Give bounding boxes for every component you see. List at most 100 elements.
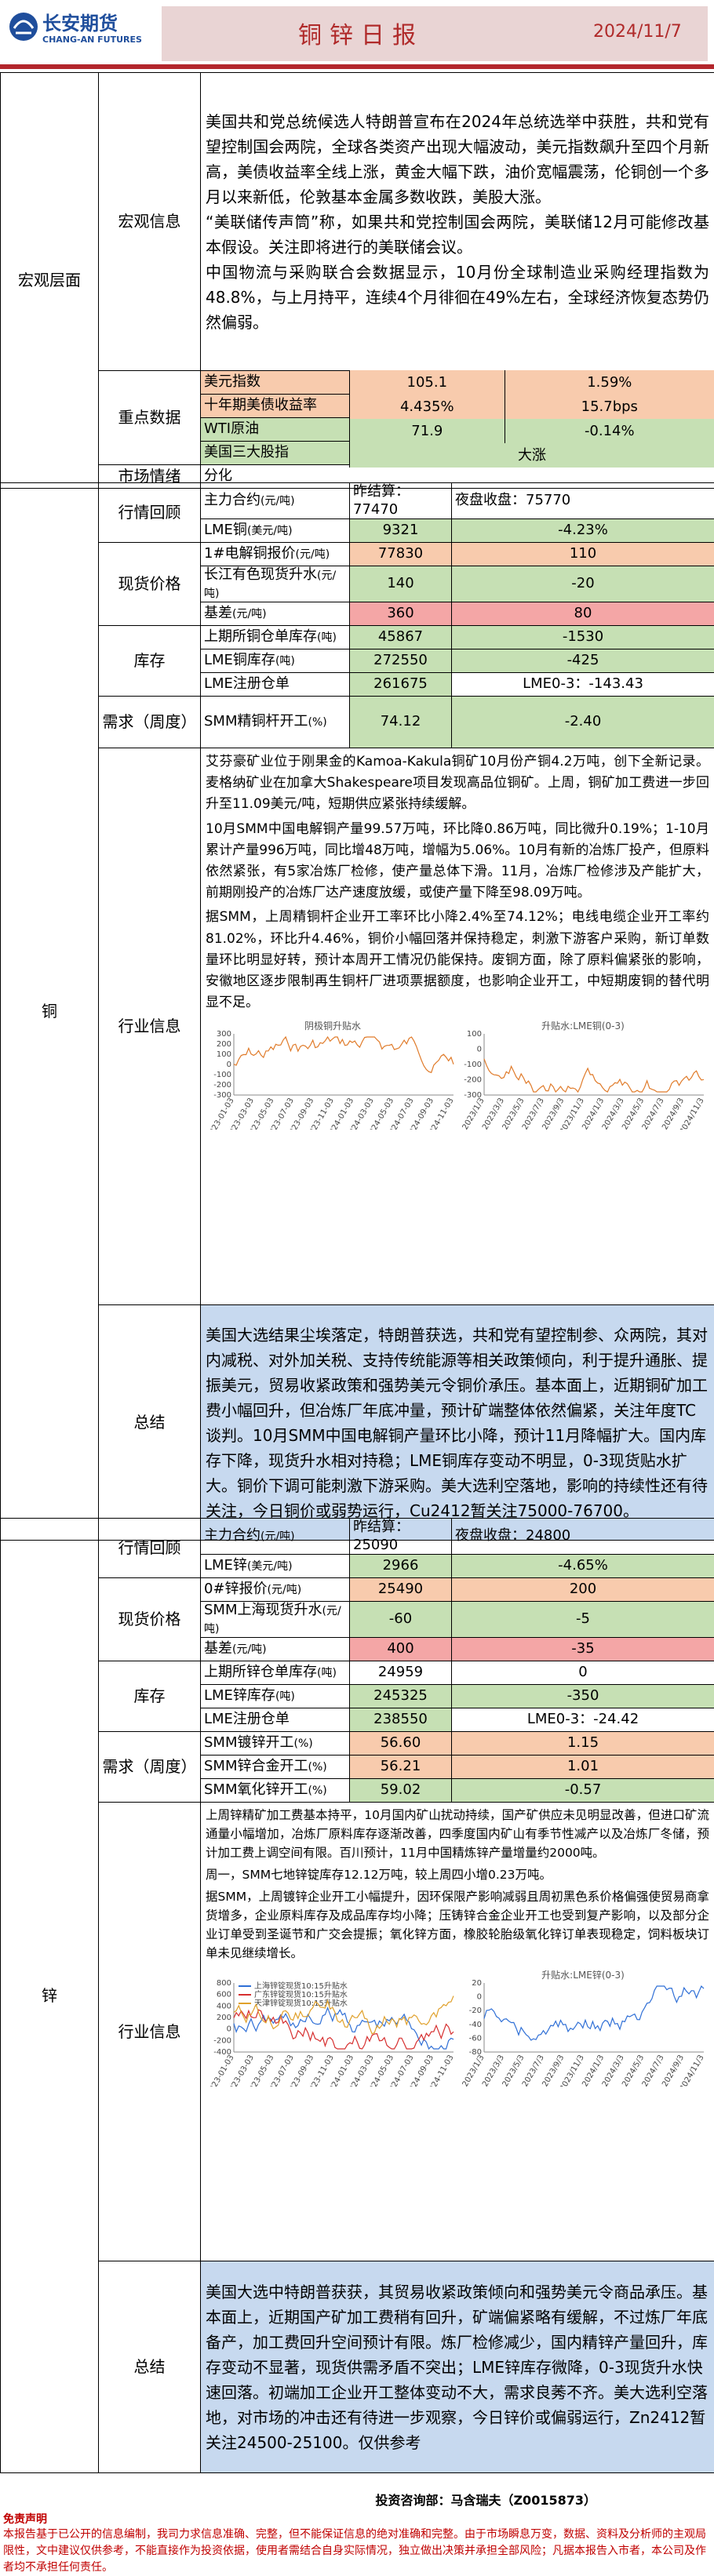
- macro-info-para: “美联储传声筒”称，如果共和党控制国会两院，美联储12月可能修改基本假设。关注即…: [206, 209, 709, 260]
- consultant: 投资咨询部：马含瑞夫（Z0015873）: [0, 2490, 714, 2511]
- report-header: 长安期货 CHANG-AN FUTURES 铜锌日报 2024/11/7: [0, 0, 714, 72]
- zn-lme-spread: LME0-3：-24.42: [452, 1708, 714, 1732]
- cu-inv-label: 库存: [99, 626, 201, 697]
- cu-main-contract: 主力合约(元/吨): [201, 483, 350, 519]
- logo-text-cn: 长安期货: [42, 8, 118, 35]
- cu-summary-label: 总结: [99, 1305, 201, 1541]
- legend-label: 广东锌锭现货10:15升贴水: [254, 1989, 348, 1999]
- zn-demand-change: 1.01: [452, 1756, 714, 1779]
- zn-spot-change: -35: [452, 1638, 714, 1661]
- y-tick-label: -100: [213, 1071, 231, 1079]
- y-tick-label: 400: [217, 2002, 231, 2010]
- zn-demand-value: 56.21: [350, 1756, 452, 1779]
- legend-label: 天津锌锭现货10:15升贴水: [254, 1998, 348, 2008]
- report-date: 2024/11/7: [593, 22, 682, 42]
- wti-change: -0.14%: [505, 419, 714, 443]
- dxy-value: 105.1: [349, 370, 505, 395]
- cu-inv-name: 上期所铜仓单库存(吨): [201, 626, 350, 649]
- series-line: [484, 1059, 704, 1092]
- y-tick-label: 100: [217, 1050, 231, 1059]
- cu-lme-value: 9321: [350, 519, 452, 543]
- cu-inv-name: LME铜库存(吨): [201, 649, 350, 673]
- cu-industry-label: 行业信息: [99, 748, 201, 1305]
- zn-demand-value: 56.60: [350, 1732, 452, 1756]
- cu-spot-value: 140: [350, 566, 452, 602]
- cu-lme-change: -4.23%: [452, 519, 714, 543]
- y-tick-label: 300: [217, 1030, 231, 1039]
- header-rule: [0, 64, 714, 69]
- cu-inv-change: -1530: [452, 626, 714, 649]
- zn-industry-cell: 上周锌精矿加工费基本持平，10月国内矿山扰动持续，国产矿供应未见明显改善，但进口…: [201, 1803, 714, 2261]
- chart-title: 升贴水:LME锌(0-3): [541, 1970, 625, 1981]
- zn-summary-label: 总结: [99, 2261, 201, 2473]
- y-tick-label: -100: [464, 1061, 482, 1069]
- y-tick-label: 0: [227, 1061, 231, 1069]
- chart-title: 升贴水:LME铜(0-3): [541, 1020, 625, 1031]
- cu-spot-value: 360: [350, 602, 452, 626]
- zn-inv-name: LME锌库存(吨): [201, 1685, 350, 1708]
- zn-lme-spread-chart: 升贴水:LME锌(0-3)200-20-40-60-802023/1/32023…: [457, 1969, 708, 2087]
- cu-spot-value: 77830: [350, 543, 452, 566]
- cu-spot-name: 基差(元/吨): [201, 602, 350, 626]
- cu-premium-chart: 阴极铜升贴水3002001000-100-200-3002023-01-0320…: [207, 1020, 457, 1130]
- y-tick-label: 600: [217, 1991, 231, 1999]
- zn-spot-name: 0#锌报价(元/吨): [201, 1578, 350, 1602]
- cu-demand-label: 需求（周度）: [99, 697, 201, 748]
- zn-inv-change: 0: [452, 1661, 714, 1685]
- y-tick-label: 100: [467, 1030, 482, 1039]
- zn-spot-name: SMM上海现货升水(元/吨): [201, 1602, 350, 1638]
- zinc-section-label: 锌: [1, 1519, 99, 2473]
- key-row: 4.435% 15.7bps: [349, 395, 714, 419]
- cu-lme-label: LME铜(美元/吨): [201, 519, 350, 543]
- zn-demand-label: 需求（周度）: [99, 1732, 201, 1803]
- report-title: 铜锌日报: [298, 16, 424, 50]
- zn-lme-change: -4.65%: [452, 1555, 714, 1578]
- cu-lme-spread: LME0-3：-143.43: [452, 673, 714, 697]
- zn-review-label: 行情回顾: [99, 1519, 201, 1578]
- cu-spot-change: 110: [452, 543, 714, 566]
- y-tick-label: -40: [469, 2021, 482, 2029]
- key-row: 大涨: [349, 443, 714, 468]
- y-tick-label: 0: [477, 1046, 482, 1054]
- copper-section-label: 铜: [1, 483, 99, 1541]
- chart-title: 阴极铜升贴水: [304, 1020, 361, 1031]
- zn-demand-name: SMM氧化锌开工(%): [201, 1779, 350, 1803]
- disclaimer-title: 免责声明: [3, 2511, 711, 2527]
- y-tick-label: -200: [213, 2036, 231, 2045]
- cu-demand-value: 74.12: [350, 697, 452, 748]
- zinc-table: 锌 行情回顾 主力合约(元/吨) 昨结算：25090 夜盘收盘：24800 LM…: [0, 1518, 714, 2473]
- cu-industry-para: 10月SMM中国电解铜产量99.57万吨，环比降0.86万吨，同比微升0.19%…: [204, 817, 711, 906]
- cu-spot-change: 80: [452, 602, 714, 626]
- cu-inv-change: -425: [452, 649, 714, 673]
- macro-info-para: 美国共和党总统候选人特朗普宣布在2024年总统选举中获胜，共和党有望控制国会两院…: [206, 109, 709, 209]
- zn-spot-value: -60: [350, 1602, 452, 1638]
- zn-spot-label: 现货价格: [99, 1578, 201, 1661]
- key-row: 105.1 1.59%: [349, 370, 714, 395]
- ust10y-value: 4.435%: [349, 395, 505, 419]
- y-tick-label: -60: [469, 2035, 482, 2043]
- zn-inv-value: 245325: [350, 1685, 452, 1708]
- ust10y-change: 15.7bps: [505, 395, 714, 419]
- zn-main-contract: 主力合约(元/吨): [201, 1519, 350, 1555]
- zn-demand-change: 1.15: [452, 1732, 714, 1756]
- zn-demand-name: SMM镀锌开工(%): [201, 1732, 350, 1756]
- zn-inv-name: LME注册仓单: [201, 1708, 350, 1732]
- key-data-values: 105.1 1.59% 4.435% 15.7bps 71.9 -0.14% 大…: [349, 370, 714, 468]
- disclaimer-text: 本报告基于已公开的信息编制，我司力求信息准确、完整，但不能保证信息的绝对准确和完…: [3, 2527, 711, 2576]
- key-row: 71.9 -0.14%: [349, 419, 714, 443]
- y-tick-label: 200: [217, 1040, 231, 1049]
- zn-premium-chart: 上海锌锭现货10:15升贴水广东锌锭现货10:15升贴水天津锌锭现货10:15升…: [207, 1969, 457, 2087]
- cu-inv-value: 272550: [350, 649, 452, 673]
- zn-spot-value: 25490: [350, 1578, 452, 1602]
- zn-inv-value: 24959: [350, 1661, 452, 1685]
- y-tick-label: 20: [472, 1979, 482, 1988]
- zn-inv-value: 238550: [350, 1708, 452, 1732]
- macro-info-para: 中国物流与采购联合会数据显示，10月份全球制造业采购经理指数为48.8%，与上月…: [206, 260, 709, 335]
- macro-info-label: 宏观信息: [99, 73, 201, 371]
- cu-lme-spread-chart: 升贴水:LME铜(0-3)1000-100-200-3002023/1/3202…: [457, 1020, 708, 1130]
- cu-inv-value: 45867: [350, 626, 452, 649]
- y-tick-label: -200: [464, 1076, 482, 1085]
- cu-industry-para: 据SMM，上周精铜杆企业开工率环比小降2.4%至74.12%；电线电缆企业开工率…: [204, 905, 711, 1015]
- cu-spot-label: 现货价格: [99, 543, 201, 626]
- cu-spot-name: 长江有色现货升水(元/吨): [201, 566, 350, 602]
